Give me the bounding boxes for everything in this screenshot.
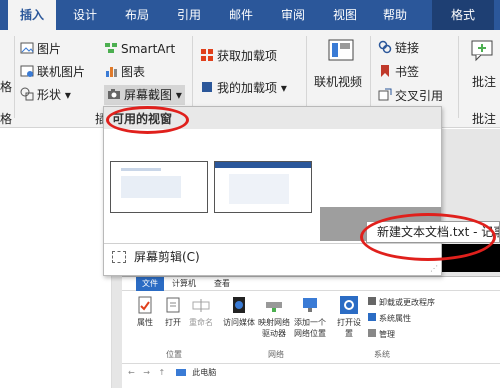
group-label-location: 位置 (166, 350, 182, 359)
open-icon (166, 297, 180, 313)
rename-button[interactable]: 重命名 (186, 295, 216, 328)
explorer-tab-view[interactable]: 查看 (208, 277, 236, 291)
shape-button[interactable]: 形状 ▾ (20, 85, 71, 105)
screenshot-button[interactable]: 屏幕截图 ▾ (104, 85, 185, 105)
smartart-icon (104, 41, 118, 55)
window-title-tooltip: 新建文本文档.txt - 记事本 (366, 221, 500, 243)
explorer-tab-file[interactable]: 文件 (136, 277, 164, 291)
divider (104, 243, 441, 244)
shape-icon (20, 87, 34, 101)
media-icon (233, 297, 245, 313)
tab-references[interactable]: 引用 (166, 0, 212, 30)
tab-mailings[interactable]: 邮件 (218, 0, 264, 30)
link-button[interactable]: 链接 (378, 38, 419, 58)
thumbnail-content (229, 174, 289, 204)
divider (14, 36, 15, 118)
group-label-system: 系统 (374, 350, 390, 359)
chevron-down-icon: ▾ (172, 88, 182, 102)
open-button[interactable]: 打开 (160, 295, 186, 328)
tab-insert[interactable]: 插入 (8, 0, 56, 30)
resize-grip-icon[interactable]: ⋰ (430, 264, 438, 273)
manage-icon (368, 329, 376, 337)
online-picture-icon (20, 64, 34, 78)
explorer-address-bar[interactable]: ← → ↑ 此电脑 (122, 363, 500, 381)
network-location-icon (303, 298, 317, 312)
rename-icon (192, 299, 210, 312)
online-picture-button[interactable]: 联机图片 (20, 62, 85, 82)
thumbnail-content (320, 131, 441, 207)
comment-icon[interactable] (470, 38, 494, 62)
ribbon-group-label: 批注 (472, 112, 497, 126)
screen-clipping-icon (112, 251, 126, 263)
online-video-button[interactable]: 联机视频 (314, 72, 362, 92)
forward-icon[interactable]: → (143, 368, 150, 377)
add-network-location-button[interactable]: 添加一个网络位置 (292, 295, 328, 339)
group-label-network: 网络 (268, 350, 284, 359)
window-thumbnail-1[interactable] (110, 161, 208, 213)
uninstall-program-button[interactable]: 卸载或更改程序 (368, 297, 435, 308)
popup-header: 可用的视窗 (104, 107, 441, 129)
screen-clipping-button[interactable]: 屏幕剪辑(C) (112, 247, 200, 267)
ribbon-tabbar: 插入 设计 布局 引用 邮件 审阅 视图 帮助 格式 (0, 0, 500, 30)
system-properties-button[interactable]: 系统属性 (368, 313, 411, 324)
up-icon[interactable]: ↑ (159, 368, 166, 377)
cross-reference-button[interactable]: 交叉引用 (378, 86, 443, 106)
network-drive-icon (266, 302, 282, 312)
access-media-button[interactable]: 访问媒体 (222, 295, 256, 328)
chart-icon (104, 64, 118, 78)
comment-button[interactable]: 批注 (472, 72, 496, 92)
available-windows-label: 可用的视窗 (112, 112, 173, 126)
store-icon (200, 48, 214, 62)
divider (458, 36, 459, 118)
ribbon-cut-text: 格 (0, 112, 13, 126)
window-thumbnail-2[interactable] (214, 161, 312, 213)
my-addins-button[interactable]: 我的加载项 ▾ (200, 78, 287, 98)
thumbnail-content (215, 162, 311, 168)
ribbon-cut-text: 格 (0, 80, 13, 94)
document-page[interactable] (0, 129, 112, 388)
tab-review[interactable]: 审阅 (270, 0, 316, 30)
cross-reference-icon (378, 88, 392, 102)
map-network-drive-button[interactable]: 映射网络驱动器 (256, 295, 292, 339)
properties-button[interactable]: 属性 (132, 295, 158, 328)
link-icon (378, 40, 392, 54)
explorer-tab-computer[interactable]: 计算机 (166, 277, 202, 291)
smartart-button[interactable]: SmartArt (104, 39, 175, 59)
get-addins-button[interactable]: 获取加载项 (200, 46, 277, 66)
bookmark-icon (378, 64, 392, 78)
file-explorer-window: 文件 计算机 查看 属性 打开 重命名 访问媒体 映射网络驱动器 添加一个网络位… (122, 276, 500, 388)
computer-icon (175, 369, 186, 376)
open-settings-button[interactable]: 打开设置 (334, 295, 364, 339)
tab-design[interactable]: 设计 (62, 0, 108, 30)
tab-layout[interactable]: 布局 (114, 0, 160, 30)
chevron-down-icon: ▾ (61, 88, 71, 102)
tab-help[interactable]: 帮助 (372, 0, 418, 30)
explorer-tabbar: 文件 计算机 查看 (122, 277, 500, 291)
address-text: 此电脑 (192, 368, 217, 377)
video-icon[interactable] (326, 36, 356, 66)
settings-icon (340, 296, 358, 314)
camera-icon (107, 87, 121, 101)
properties-icon (138, 296, 152, 314)
tab-view[interactable]: 视图 (322, 0, 368, 30)
system-properties-icon (368, 313, 376, 321)
addin-icon (200, 80, 214, 94)
picture-icon (20, 41, 34, 55)
thumbnail-content (121, 176, 181, 198)
uninstall-icon (368, 297, 376, 305)
chart-button[interactable]: 图表 (104, 62, 145, 82)
thumbnail-content (121, 168, 161, 171)
tab-format[interactable]: 格式 (432, 0, 494, 30)
manage-button[interactable]: 管理 (368, 329, 395, 340)
picture-button[interactable]: 图片 (20, 39, 61, 59)
screenshot-popup: 可用的视窗 屏幕剪辑(C) ⋰ (103, 106, 442, 276)
back-icon[interactable]: ← (128, 368, 135, 377)
chevron-down-icon: ▾ (277, 81, 287, 95)
bookmark-button[interactable]: 书签 (378, 62, 419, 82)
